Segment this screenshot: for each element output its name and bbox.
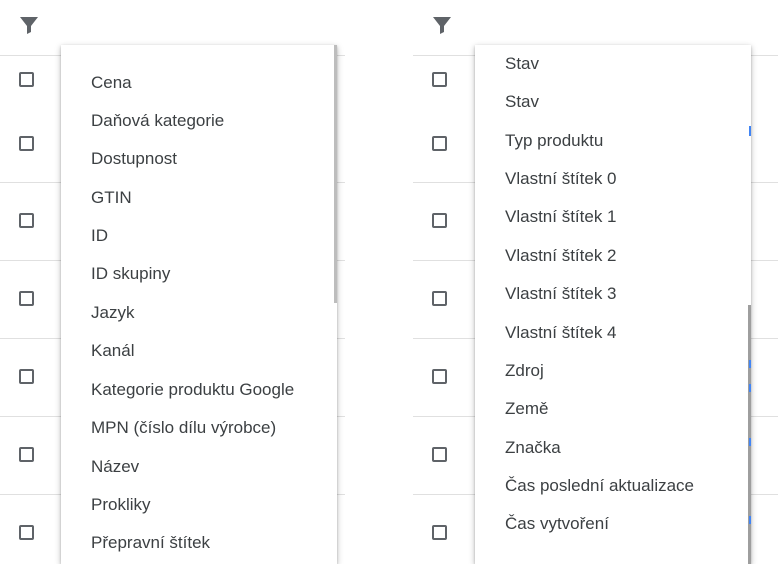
menu-item[interactable]: Stav (505, 87, 539, 117)
row-checkbox[interactable] (432, 369, 447, 384)
menu-item[interactable]: Vlastní štítek 3 (505, 279, 617, 309)
menu-item[interactable]: Vlastní štítek 2 (505, 241, 617, 271)
select-all-checkbox[interactable] (432, 72, 447, 87)
row-checkbox[interactable] (432, 291, 447, 306)
menu-item[interactable]: MPN (číslo dílu výrobce) (91, 413, 276, 443)
row-checkbox[interactable] (19, 291, 34, 306)
menu-item[interactable]: Stav (505, 49, 539, 79)
menu-item[interactable]: Čas vytvoření (505, 509, 609, 539)
row-checkbox[interactable] (19, 136, 34, 151)
menu-item[interactable]: ID skupiny (91, 259, 170, 289)
menu-item[interactable]: Prokliky (91, 490, 151, 520)
column-menu-left: Cena Daňová kategorie Dostupnost GTIN ID… (61, 45, 337, 564)
left-panel: Cena Daňová kategorie Dostupnost GTIN ID… (0, 0, 345, 564)
clipped-content-mark (749, 384, 751, 392)
row-checkbox[interactable] (19, 447, 34, 462)
clipped-content-mark (749, 126, 751, 136)
row-checkbox[interactable] (432, 136, 447, 151)
menu-item[interactable]: Země (505, 394, 548, 424)
clipped-content-mark (749, 438, 751, 446)
menu-scrollbar[interactable] (748, 305, 751, 564)
select-all-checkbox[interactable] (19, 72, 34, 87)
menu-item[interactable]: Vlastní štítek 0 (505, 164, 617, 194)
row-checkbox[interactable] (19, 369, 34, 384)
row-checkbox[interactable] (19, 213, 34, 228)
row-checkbox[interactable] (432, 213, 447, 228)
filter-icon[interactable] (17, 13, 41, 37)
menu-item[interactable]: Typ produktu (505, 126, 603, 156)
menu-item[interactable]: Dostupnost (91, 144, 177, 174)
menu-item[interactable]: Čas poslední aktualizace (505, 471, 694, 501)
menu-item[interactable]: Cena (91, 68, 132, 98)
row-checkbox[interactable] (432, 447, 447, 462)
column-menu-right: Stav Stav Typ produktu Vlastní štítek 0 … (475, 45, 751, 564)
menu-item[interactable]: Vlastní štítek 1 (505, 202, 617, 232)
menu-item[interactable]: Název (91, 452, 139, 482)
menu-item[interactable]: Značka (505, 433, 561, 463)
filter-icon[interactable] (430, 13, 454, 37)
menu-item[interactable]: ID (91, 221, 108, 251)
row-checkbox[interactable] (432, 525, 447, 540)
menu-item[interactable]: Kanál (91, 336, 134, 366)
right-panel: Stav Stav Typ produktu Vlastní štítek 0 … (413, 0, 778, 564)
menu-item[interactable]: Vlastní štítek 4 (505, 318, 617, 348)
menu-item[interactable]: Zdroj (505, 356, 544, 386)
menu-item[interactable]: Kategorie produktu Google (91, 375, 294, 405)
clipped-content-mark (749, 360, 751, 368)
menu-item[interactable]: Jazyk (91, 298, 134, 328)
menu-item[interactable]: Přepravní štítek (91, 528, 210, 558)
menu-scrollbar[interactable] (334, 45, 337, 303)
menu-item[interactable]: Daňová kategorie (91, 106, 224, 136)
row-checkbox[interactable] (19, 525, 34, 540)
clipped-content-mark (749, 516, 751, 524)
menu-item[interactable]: GTIN (91, 183, 132, 213)
